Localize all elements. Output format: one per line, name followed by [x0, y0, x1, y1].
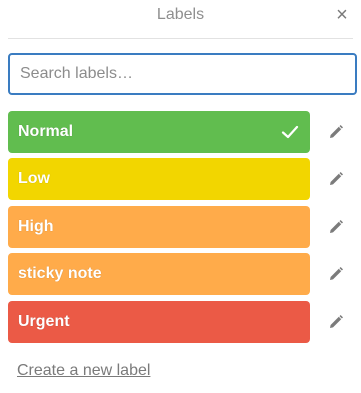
label-row-high: High: [8, 206, 357, 248]
label-row-sticky-note: sticky note: [8, 253, 357, 295]
label-row-low: Low: [8, 158, 357, 200]
label-chip-low[interactable]: Low: [8, 158, 310, 200]
close-icon[interactable]: ×: [331, 4, 353, 26]
popover-header: Labels ×: [0, 0, 361, 38]
header-divider: [8, 38, 353, 39]
label-chip-urgent[interactable]: Urgent: [8, 301, 310, 343]
label-chip-normal[interactable]: Normal: [8, 111, 310, 153]
label-name: Low: [18, 170, 50, 187]
pencil-icon[interactable]: [326, 264, 346, 284]
pencil-icon[interactable]: [326, 312, 346, 332]
label-name: Urgent: [18, 313, 70, 330]
pencil-icon[interactable]: [326, 217, 346, 237]
label-row-normal: Normal: [8, 111, 357, 153]
pencil-icon[interactable]: [326, 122, 346, 142]
label-chip-sticky-note[interactable]: sticky note: [8, 253, 310, 295]
create-label-link[interactable]: Create a new label: [17, 362, 150, 380]
label-chip-high[interactable]: High: [8, 206, 310, 248]
check-icon: [281, 125, 299, 139]
popover-title: Labels: [156, 6, 205, 23]
search-input[interactable]: [8, 53, 357, 95]
label-name: sticky note: [18, 265, 102, 282]
label-row-urgent: Urgent: [8, 301, 357, 343]
label-name: Normal: [18, 123, 74, 140]
label-name: High: [18, 218, 54, 235]
pencil-icon[interactable]: [326, 169, 346, 189]
